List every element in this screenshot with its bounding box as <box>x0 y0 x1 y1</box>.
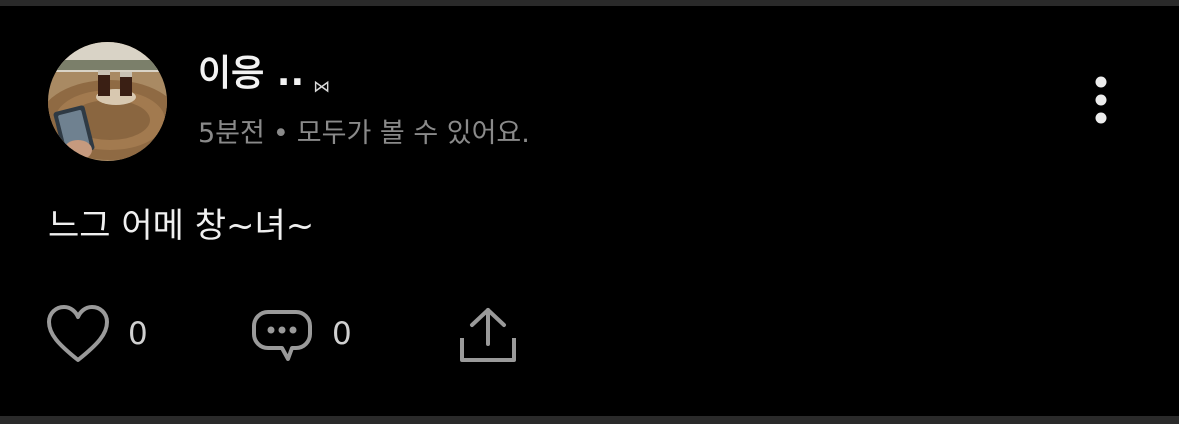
share-upload-icon <box>460 308 516 362</box>
comment-count: 0 <box>332 316 352 352</box>
meta-separator: • <box>272 118 289 149</box>
vertical-ellipsis-icon <box>1095 76 1107 124</box>
avatar-photo <box>48 42 167 161</box>
more-options-button[interactable] <box>1084 76 1118 136</box>
heart-icon <box>47 305 109 362</box>
like-count: 0 <box>128 316 148 352</box>
post-card: 이응 .. ⋈ 5분전 • 모두가 볼 수 있어요. 느그 어메 창~녀~ 0 0 <box>0 6 1179 416</box>
post-body: 느그 어메 창~녀~ <box>48 206 315 246</box>
post-time: 5분전 <box>198 118 265 149</box>
post-visibility: 모두가 볼 수 있어요. <box>296 118 530 149</box>
author-badge: ⋈ <box>313 77 330 97</box>
post-meta: 5분전 • 모두가 볼 수 있어요. <box>198 117 530 151</box>
avatar[interactable] <box>48 42 167 161</box>
like-button[interactable]: 0 <box>46 302 148 366</box>
speech-bubble-icon <box>252 310 312 361</box>
share-button[interactable] <box>456 302 520 366</box>
comment-button[interactable]: 0 <box>250 302 352 366</box>
bottom-divider <box>0 416 1179 424</box>
author-name[interactable]: 이응 .. <box>198 54 304 94</box>
